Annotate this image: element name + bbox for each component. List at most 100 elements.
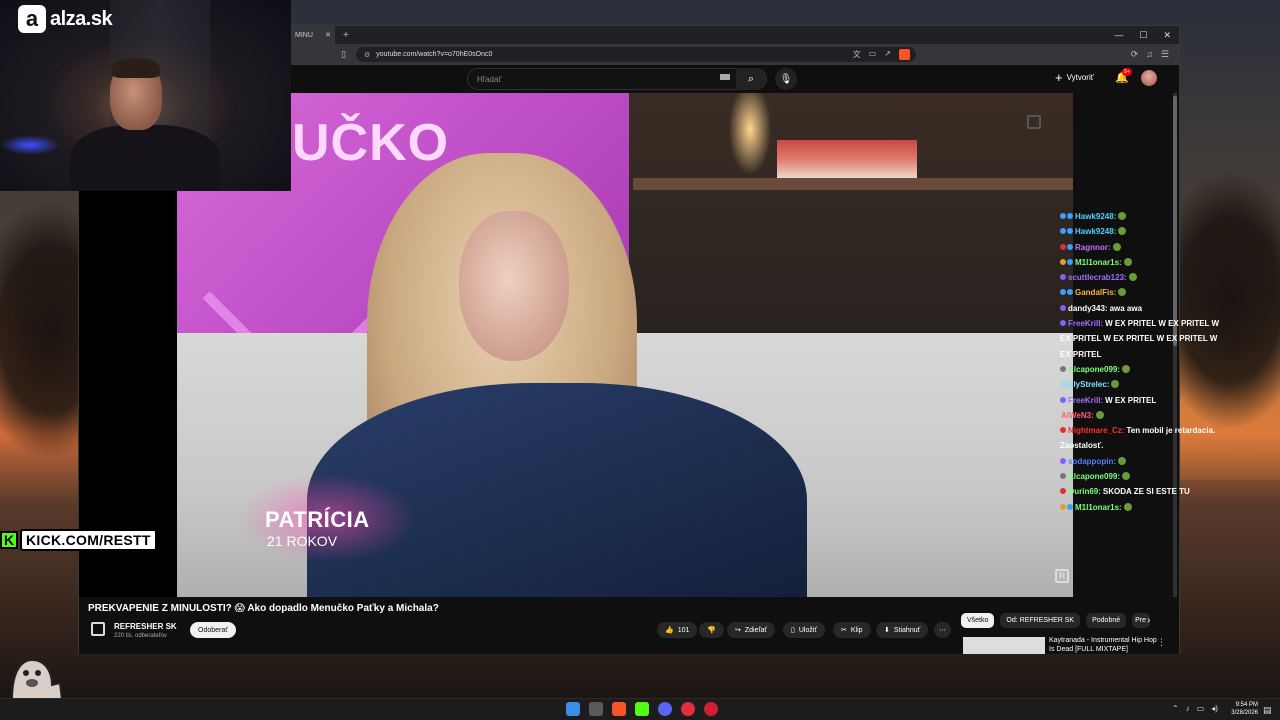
- create-label: Vytvoriť: [1066, 73, 1094, 82]
- chat-message: Ourin69: SKODA ZE SI ESTE TU: [1060, 484, 1230, 499]
- chat-username[interactable]: GandalFis:: [1075, 288, 1116, 297]
- kick-app-icon[interactable]: [635, 702, 649, 716]
- video-frame[interactable]: UČKO PATRÍCIA 21 ROKOV R: [177, 93, 1073, 597]
- share-icon[interactable]: ↗: [884, 49, 891, 60]
- chat-username[interactable]: sodappopin:: [1068, 457, 1116, 466]
- extensions-icon[interactable]: ⟳: [1131, 49, 1139, 60]
- kick-link-text: KICK.COM/RESTT: [20, 529, 157, 551]
- chip-similar[interactable]: Podobné: [1086, 613, 1127, 628]
- chat-badge-icon: [1060, 365, 1066, 372]
- mic-tray-icon[interactable]: ♪: [1186, 704, 1190, 713]
- lower-third-name: PATRÍCIA: [265, 507, 370, 532]
- chat-username[interactable]: AlWeN3:: [1061, 411, 1094, 420]
- maximize-icon[interactable]: ☐: [1139, 30, 1147, 41]
- tab-youtube[interactable]: MINU ✕: [291, 26, 335, 44]
- chat-badge-icon: [1067, 258, 1073, 265]
- chat-username[interactable]: Ragnnor:: [1075, 243, 1111, 252]
- brave-shields-icon[interactable]: [898, 49, 910, 60]
- chat-username[interactable]: BielyStrelec:: [1061, 380, 1109, 389]
- chat-emote-icon: [1122, 472, 1131, 481]
- streamer-body: [70, 125, 220, 191]
- chat-username[interactable]: Hawk9248:: [1075, 212, 1116, 221]
- like-button[interactable]: 👍 101: [657, 622, 698, 638]
- chat-message: sodappopin:: [1060, 454, 1230, 469]
- chat-username[interactable]: scuttlecrab123:: [1068, 273, 1127, 282]
- chat-message: Ragnnor:: [1060, 240, 1230, 255]
- chat-emote-icon: [1118, 288, 1127, 297]
- save-button[interactable]: ▯ Uložiť: [783, 622, 826, 638]
- dislike-button[interactable]: 👎: [699, 622, 724, 638]
- chat-username[interactable]: FreeKrill:: [1068, 319, 1103, 328]
- media-icon[interactable]: ♫: [1146, 49, 1153, 60]
- watermark-top-icon: [1027, 115, 1041, 129]
- chat-username[interactable]: Hawk9248:: [1075, 227, 1116, 236]
- chip-all[interactable]: Všetko: [961, 613, 995, 628]
- chat-username[interactable]: dandy343:: [1068, 304, 1108, 313]
- account-avatar[interactable]: [1141, 70, 1157, 86]
- clock[interactable]: 9:54 PM 3/28/2026: [1230, 701, 1258, 717]
- recommended-more-icon[interactable]: ⋮: [1157, 637, 1166, 648]
- task-view-icon[interactable]: [589, 702, 603, 716]
- chat-message: scuttlecrab123:: [1060, 270, 1230, 285]
- chat-username[interactable]: M1l1onar1s:: [1075, 258, 1122, 267]
- network-icon[interactable]: ▭: [1197, 704, 1205, 713]
- menu-icon[interactable]: ☰: [1161, 49, 1169, 60]
- more-actions-button[interactable]: ⋯: [934, 622, 951, 638]
- chat-username[interactable]: FreeKrill:: [1068, 396, 1103, 405]
- discord-icon[interactable]: [658, 702, 672, 716]
- alza-logo-icon: a: [18, 5, 46, 33]
- subscriber-count: 220 tis. odberateľov: [114, 633, 167, 639]
- close-window-icon[interactable]: ✕: [1163, 30, 1171, 41]
- chat-username[interactable]: Nightmare_Cz:: [1068, 426, 1124, 435]
- translate-icon[interactable]: 文: [853, 49, 861, 60]
- app-pin-icon[interactable]: [681, 702, 695, 716]
- window-controls: — ☐ ✕: [1114, 30, 1179, 41]
- minimize-icon[interactable]: —: [1114, 30, 1123, 41]
- clip-button[interactable]: ✂ Klip: [833, 622, 871, 638]
- channel-avatar[interactable]: [91, 622, 105, 636]
- site-info-icon[interactable]: ⚙: [364, 51, 370, 59]
- reader-icon[interactable]: ▭: [869, 49, 877, 60]
- obs-icon[interactable]: [704, 702, 718, 716]
- thumbs-up-icon: 👍: [665, 627, 674, 634]
- url-text: youtube.com/watch?v=o70hE0sOnc0: [376, 51, 493, 58]
- close-tab-icon[interactable]: ✕: [325, 31, 331, 39]
- save-label: Uložiť: [798, 626, 818, 634]
- share-button[interactable]: ↪ Zdieľať: [727, 622, 776, 638]
- shelf: [633, 178, 1073, 190]
- chip-from-channel[interactable]: Od: REFRESHER SK: [1000, 613, 1081, 628]
- plus-icon: +: [1055, 70, 1063, 85]
- tray-chevron-icon[interactable]: ⌃: [1172, 704, 1179, 713]
- brave-browser-icon[interactable]: [612, 702, 626, 716]
- search-button[interactable]: ⌕: [736, 68, 766, 90]
- start-windows-icon[interactable]: [566, 702, 580, 716]
- chat-badge-icon: [1060, 396, 1066, 403]
- recommended-thumbnail[interactable]: [963, 637, 1045, 654]
- url-field[interactable]: ⚙ youtube.com/watch?v=o70hE0sOnc0 文 ▭ ↗: [355, 47, 916, 62]
- subscribe-button[interactable]: Odoberať: [190, 622, 236, 638]
- keyboard-icon[interactable]: [720, 74, 730, 80]
- related-chips: Všetko Od: REFRESHER SK Podobné Pre: [961, 613, 1151, 628]
- chat-username[interactable]: Alcapone099:: [1068, 472, 1120, 481]
- kick-banner: K KICK.COM/RESTT: [0, 529, 157, 551]
- volume-icon[interactable]: ◂): [1211, 704, 1218, 713]
- bookmark-icon[interactable]: ▯: [341, 49, 346, 60]
- search-input[interactable]: Hľadať ⌕: [467, 68, 767, 90]
- create-button[interactable]: + Vytvoriť: [1055, 70, 1094, 85]
- chevron-right-icon[interactable]: ›: [1147, 615, 1150, 626]
- chat-badge-icon: [1067, 228, 1073, 235]
- new-tab-icon[interactable]: +: [343, 30, 349, 41]
- download-button[interactable]: ⬇ Stiahnuť: [876, 622, 929, 638]
- notification-center-icon[interactable]: ▤: [1263, 705, 1272, 716]
- chat-username[interactable]: Ourin69:: [1068, 487, 1101, 496]
- chat-badge-icon: [1060, 503, 1066, 510]
- chat-message: dandy343: awa awa: [1060, 301, 1230, 316]
- channel-name[interactable]: REFRESHER SK: [114, 622, 177, 631]
- video-info: PREKVAPENIE Z MINULOSTI? 😱 Ako dopadlo M…: [79, 597, 1179, 654]
- chat-badge-icon: [1060, 304, 1066, 311]
- chat-username[interactable]: M1l1onar1s:: [1075, 503, 1122, 512]
- bookmark-save-icon: ▯: [791, 627, 795, 634]
- chat-username[interactable]: Alcapone099:: [1068, 365, 1120, 374]
- recommended-title[interactable]: Kaytranada - Instrumental Hip Hop Is Dea…: [1049, 636, 1159, 653]
- microphone-icon[interactable]: 🎙: [775, 68, 797, 90]
